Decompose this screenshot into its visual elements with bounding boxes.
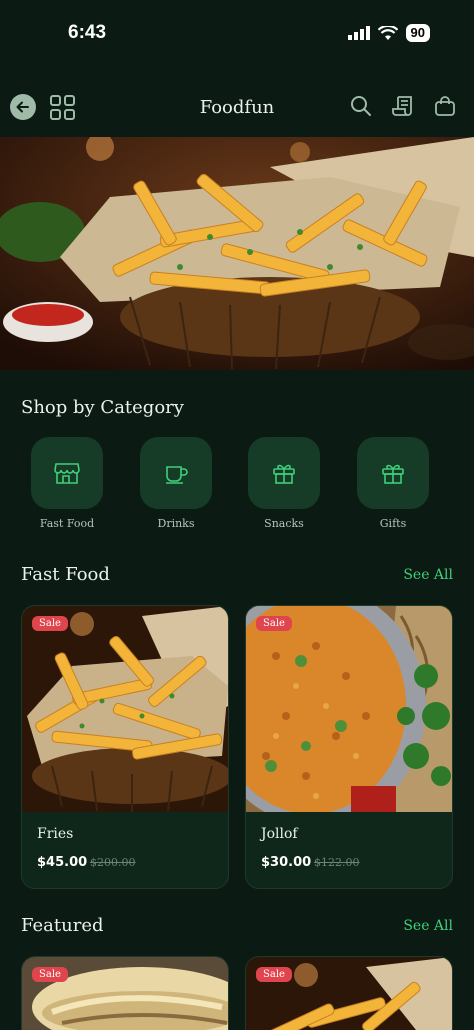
product-name: Jollof [261, 826, 298, 842]
sale-badge: Sale [32, 967, 68, 982]
category-tile[interactable] [140, 437, 212, 509]
search-icon[interactable] [350, 95, 372, 117]
sale-badge: Sale [32, 616, 68, 631]
product-name: Fries [37, 826, 74, 842]
category-gifts[interactable]: Gifts [357, 437, 429, 530]
category-label: Gifts [379, 517, 407, 530]
product-price: $45.00 [37, 855, 88, 870]
product-old-price: $122.00 [314, 856, 360, 869]
category-snacks[interactable]: Snacks [248, 437, 320, 530]
product-image [22, 606, 228, 812]
fast-food-section-title: Fast Food [21, 564, 110, 585]
featured-card-2[interactable]: Sale [245, 956, 453, 1030]
category-label: Snacks [264, 517, 304, 530]
product-price: $30.00 [261, 855, 312, 870]
fast-food-see-all-link[interactable]: See All [403, 567, 453, 583]
sale-badge: Sale [256, 967, 292, 982]
featured-section-title: Featured [21, 915, 104, 936]
category-label: Fast Food [39, 517, 95, 530]
category-tile[interactable] [357, 437, 429, 509]
category-drinks[interactable]: Drinks [140, 437, 212, 530]
category-fast-food[interactable]: Fast Food [31, 437, 103, 530]
app-header: Foodfun [0, 86, 474, 130]
category-tile[interactable] [31, 437, 103, 509]
product-image [246, 606, 452, 826]
gift-icon [273, 464, 295, 484]
receipt-icon[interactable] [392, 95, 414, 117]
wifi-icon [377, 25, 398, 40]
store-icon [54, 463, 80, 484]
product-card-fries[interactable]: Sale Fries $45.00 $200.00 [21, 605, 229, 889]
category-tile[interactable] [248, 437, 320, 509]
product-card-jollof[interactable]: Sale Jollof $30.00 $122.00 [245, 605, 453, 889]
cup-icon [166, 466, 188, 484]
shopping-bag-icon[interactable] [434, 95, 456, 117]
status-icons: 90 [347, 24, 430, 42]
status-bar: 6:43 90 [0, 0, 474, 70]
featured-card-1[interactable]: Sale [21, 956, 229, 1030]
gift-icon [382, 464, 404, 484]
signal-icon [347, 26, 370, 40]
product-old-price: $200.00 [90, 856, 136, 869]
category-label: Drinks [157, 517, 195, 530]
sale-badge: Sale [256, 616, 292, 631]
hero-banner-image [0, 137, 474, 370]
status-time: 6:43 [68, 22, 107, 43]
featured-see-all-link[interactable]: See All [403, 918, 453, 934]
battery-indicator: 90 [405, 24, 430, 42]
category-section-title: Shop by Category [21, 397, 184, 418]
